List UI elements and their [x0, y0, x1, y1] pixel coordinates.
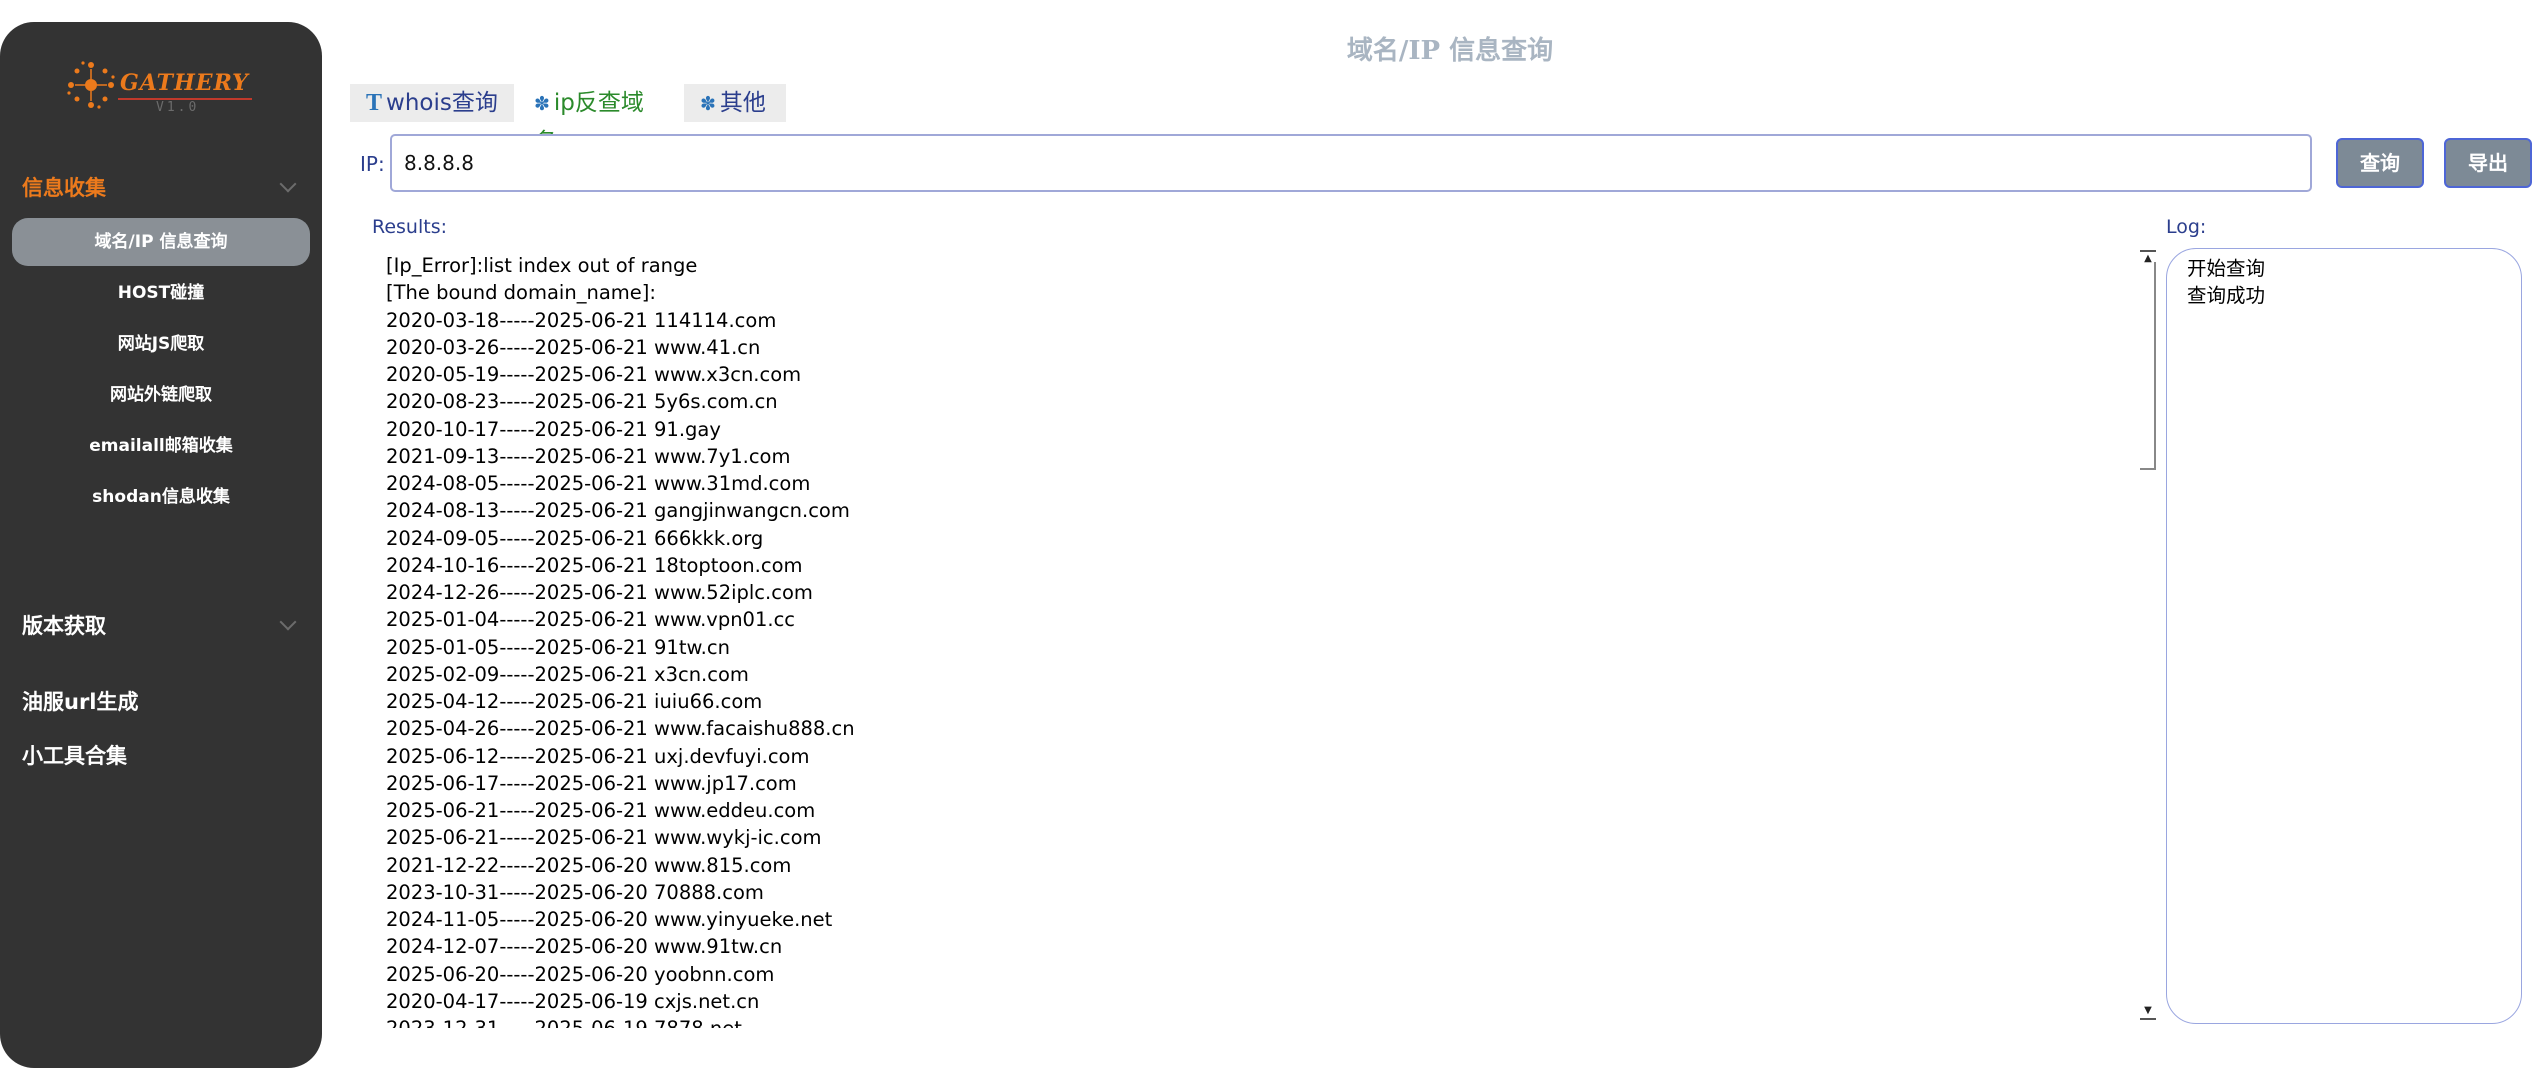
tab-ip-reverse[interactable]: ✽ip反查域名 [518, 84, 680, 155]
result-line: 2025-01-04-----2025-06-21 www.vpn01.cc [386, 608, 796, 632]
results-textarea[interactable]: [Ip_Error]:list index out of range [The b… [372, 246, 2162, 1028]
sidebar: GATHERY V1.0 信息收集 域名/IP 信息查询 HOST碰撞 网站JS… [0, 22, 322, 1068]
logo-version: V1.0 [156, 100, 200, 115]
nav-group-tools[interactable]: 小工具合集 [22, 740, 127, 770]
result-line: 2020-08-23-----2025-06-21 5y6s.com.cn [386, 390, 778, 414]
chevron-down-icon [279, 175, 297, 193]
result-line: 2024-12-07-----2025-06-20 www.91tw.cn [386, 935, 783, 959]
result-line: 2020-03-18-----2025-06-21 114114.com [386, 308, 777, 332]
nav-item-external-links[interactable]: 网站外链爬取 [12, 371, 310, 419]
nav-item-emailall[interactable]: emailall邮箱收集 [12, 422, 310, 470]
result-line: 2024-12-26-----2025-06-21 www.52iplc.com [386, 581, 813, 604]
tab-whois[interactable]: Twhois查询 [350, 84, 514, 122]
result-line: 2020-04-17-----2025-06-19 cxjs.net.cn [386, 989, 760, 1013]
scrollbar-thumb-end [2140, 468, 2156, 470]
tab-whois-label: whois查询 [386, 90, 498, 116]
result-line: 2025-06-17-----2025-06-21 www.jp17.com [386, 771, 797, 795]
nav-group-url-gen[interactable]: 油服url生成 [22, 686, 139, 716]
scroll-down-icon[interactable]: ▼ [2140, 1004, 2156, 1020]
result-line: 2025-04-26-----2025-06-21 www.facaishu88… [386, 717, 855, 741]
gear-icon: ✽ [700, 93, 716, 115]
log-label: Log: [2166, 216, 2207, 238]
export-button[interactable]: 导出 [2444, 138, 2532, 188]
result-line: 2025-06-21-----2025-06-21 www.eddeu.com [386, 799, 816, 822]
text-t-icon: T [366, 90, 383, 116]
logo-text: GATHERY [120, 70, 249, 96]
result-line: [Ip_Error]:list index out of range [386, 254, 698, 277]
result-line: 2024-08-05-----2025-06-21 www.31md.com [386, 472, 811, 495]
result-line: 2025-06-12-----2025-06-21 uxj.devfuyi.co… [386, 744, 810, 768]
result-line: 2025-01-05-----2025-06-21 91tw.cn [386, 635, 730, 659]
result-line: 2025-04-12-----2025-06-21 iuiu66.com [386, 690, 763, 713]
results-content: [Ip_Error]:list index out of range [The b… [386, 252, 855, 1028]
ip-input[interactable] [390, 134, 2312, 192]
result-line: 2024-11-05-----2025-06-20 www.yinyueke.n… [386, 908, 833, 931]
nav-item-shodan[interactable]: shodan信息收集 [12, 473, 310, 521]
result-line: 2021-12-22-----2025-06-20 www.815.com [386, 853, 792, 877]
nav-group-version[interactable]: 版本获取 [22, 610, 106, 640]
logo-spark-icon [67, 61, 115, 109]
nav-item-host-collision[interactable]: HOST碰撞 [12, 269, 310, 317]
query-button[interactable]: 查询 [2336, 138, 2424, 188]
result-line: 2025-06-21-----2025-06-21 www.wykj-ic.co… [386, 826, 822, 850]
result-line: 2021-09-13-----2025-06-21 www.7y1.com [386, 444, 791, 468]
nav-item-domain-ip-query[interactable]: 域名/IP 信息查询 [12, 218, 310, 266]
log-list: 开始查询 查询成功 [2187, 255, 2265, 309]
page-title: 域名/IP 信息查询 [1346, 36, 1554, 66]
results-label: Results: [372, 216, 448, 238]
nav-group-info-gathering[interactable]: 信息收集 [22, 172, 106, 202]
log-line: 开始查询 [2187, 257, 2266, 280]
result-line: 2023-12-31-----2025-06-19 7878.net [386, 1015, 855, 1028]
gear-icon: ✽ [534, 93, 550, 115]
app-logo: GATHERY V1.0 [64, 56, 264, 126]
result-line: 2025-06-20-----2025-06-20 yoobnn.com [386, 962, 775, 986]
result-line: 2023-10-31-----2025-06-20 70888.com [386, 880, 764, 904]
tab-other-label: 其他 [719, 90, 766, 116]
scrollbar-thumb[interactable] [2154, 262, 2156, 470]
log-line: 查询成功 [2187, 284, 2266, 307]
chevron-down-icon [279, 613, 297, 631]
result-line: 2024-08-13-----2025-06-21 gangjinwangcn.… [386, 499, 850, 523]
log-textarea[interactable]: 开始查询 查询成功 [2166, 248, 2522, 1024]
tab-other[interactable]: ✽ 其他 [684, 84, 786, 122]
result-line: 2025-02-09-----2025-06-21 x3cn.com [386, 662, 749, 686]
ip-label: IP: [360, 152, 385, 176]
result-line: 2024-09-05-----2025-06-21 666kkk.org [386, 526, 764, 550]
result-line: 2020-03-26-----2025-06-21 www.41.cn [386, 335, 761, 359]
result-line: 2020-10-17-----2025-06-21 91.gay [386, 417, 721, 441]
result-line: [The bound domain_name]: [386, 281, 656, 305]
result-line: 2024-10-16-----2025-06-21 18toptoon.com [386, 553, 803, 577]
nav-item-js-crawl[interactable]: 网站JS爬取 [12, 320, 310, 368]
result-line: 2020-05-19-----2025-06-21 www.x3cn.com [386, 363, 802, 386]
